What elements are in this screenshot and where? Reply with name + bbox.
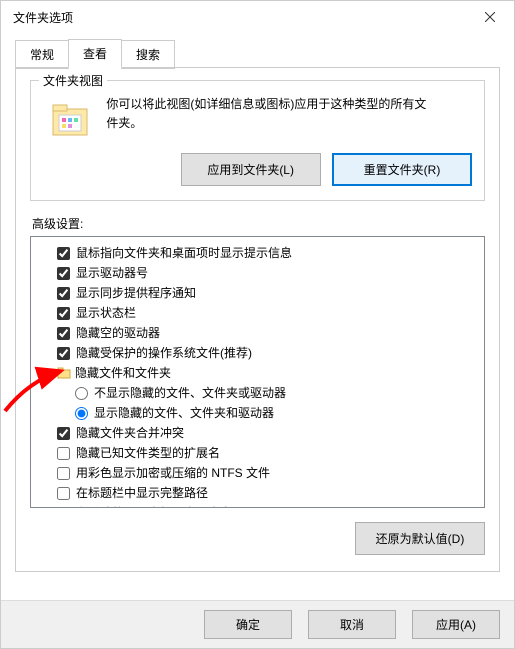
checkbox[interactable] — [57, 267, 70, 280]
item-label: 在标题栏中显示完整路径 — [76, 484, 208, 502]
tab-search[interactable]: 搜索 — [121, 40, 175, 69]
item-label: 用彩色显示加密或压缩的 NTFS 文件 — [76, 464, 270, 482]
list-item[interactable]: 隐藏空的驱动器 — [39, 323, 480, 343]
folder-icon — [49, 99, 91, 141]
checkbox[interactable] — [57, 507, 70, 509]
checkbox[interactable] — [57, 327, 70, 340]
item-label: 隐藏受保护的操作系统文件(推荐) — [76, 344, 252, 362]
checkbox[interactable] — [57, 447, 70, 460]
item-label: 显示隐藏的文件、文件夹和驱动器 — [94, 404, 274, 422]
item-label: 隐藏已知文件类型的扩展名 — [76, 444, 220, 462]
list-item[interactable]: 不显示隐藏的文件、文件夹或驱动器 — [39, 383, 480, 403]
list-item[interactable]: 在单独的进程中打开文件夹窗口 — [39, 503, 480, 508]
apply-button[interactable]: 应用(A) — [412, 610, 500, 639]
checkbox[interactable] — [57, 347, 70, 360]
tab-content: 文件夹视图 你可以将此视图(如详细信息或图标)应用于这种类型的所有文件夹。 应用… — [15, 67, 500, 572]
ok-button[interactable]: 确定 — [204, 610, 292, 639]
close-icon — [485, 12, 495, 22]
window-title: 文件夹选项 — [13, 9, 73, 26]
radio[interactable] — [75, 407, 88, 420]
checkbox[interactable] — [57, 467, 70, 480]
list-item[interactable]: 隐藏已知文件类型的扩展名 — [39, 443, 480, 463]
item-label: 不显示隐藏的文件、文件夹或驱动器 — [94, 384, 286, 402]
list-item[interactable]: 鼠标指向文件夹和桌面项时显示提示信息 — [39, 243, 480, 263]
list-item[interactable]: 隐藏受保护的操作系统文件(推荐) — [39, 343, 480, 363]
tab-general[interactable]: 常规 — [15, 40, 69, 69]
folder-small-icon — [57, 366, 71, 380]
restore-defaults-button[interactable]: 还原为默认值(D) — [355, 522, 485, 555]
advanced-settings-list[interactable]: 鼠标指向文件夹和桌面项时显示提示信息 显示驱动器号 显示同步提供程序通知 显示状… — [30, 236, 485, 508]
list-item[interactable]: 隐藏文件夹合并冲突 — [39, 423, 480, 443]
item-label: 隐藏文件夹合并冲突 — [76, 424, 184, 442]
checkbox[interactable] — [57, 487, 70, 500]
item-label: 在单独的进程中打开文件夹窗口 — [76, 504, 244, 508]
list-item[interactable]: 在标题栏中显示完整路径 — [39, 483, 480, 503]
checkbox[interactable] — [57, 287, 70, 300]
item-label: 显示状态栏 — [76, 304, 136, 322]
list-item[interactable]: 显示同步提供程序通知 — [39, 283, 480, 303]
dialog-button-row: 确定 取消 应用(A) — [1, 600, 514, 648]
folder-views-group: 文件夹视图 你可以将此视图(如详细信息或图标)应用于这种类型的所有文件夹。 应用… — [30, 80, 485, 201]
tab-view[interactable]: 查看 — [68, 39, 122, 68]
advanced-settings-label: 高级设置: — [32, 215, 485, 232]
tabstrip: 常规 查看 搜索 — [1, 39, 514, 68]
item-label: 隐藏文件和文件夹 — [75, 364, 171, 382]
list-item[interactable]: 显示状态栏 — [39, 303, 480, 323]
list-item-folder[interactable]: 隐藏文件和文件夹 — [39, 363, 480, 383]
cancel-button[interactable]: 取消 — [308, 610, 396, 639]
checkbox[interactable] — [57, 247, 70, 260]
list-item[interactable]: 显示驱动器号 — [39, 263, 480, 283]
checkbox[interactable] — [57, 307, 70, 320]
checkbox[interactable] — [57, 427, 70, 440]
folder-views-title: 文件夹视图 — [39, 72, 107, 89]
item-label: 显示驱动器号 — [76, 264, 148, 282]
list-item[interactable]: 显示隐藏的文件、文件夹和驱动器 — [39, 403, 480, 423]
close-button[interactable] — [474, 3, 506, 31]
apply-to-folders-button[interactable]: 应用到文件夹(L) — [181, 153, 321, 186]
radio[interactable] — [75, 387, 88, 400]
item-label: 隐藏空的驱动器 — [76, 324, 160, 342]
titlebar: 文件夹选项 — [1, 1, 514, 33]
reset-folders-button[interactable]: 重置文件夹(R) — [332, 153, 472, 186]
item-label: 显示同步提供程序通知 — [76, 284, 196, 302]
item-label: 鼠标指向文件夹和桌面项时显示提示信息 — [76, 244, 292, 262]
folder-views-desc: 你可以将此视图(如详细信息或图标)应用于这种类型的所有文件夹。 — [106, 95, 426, 133]
list-item[interactable]: 用彩色显示加密或压缩的 NTFS 文件 — [39, 463, 480, 483]
